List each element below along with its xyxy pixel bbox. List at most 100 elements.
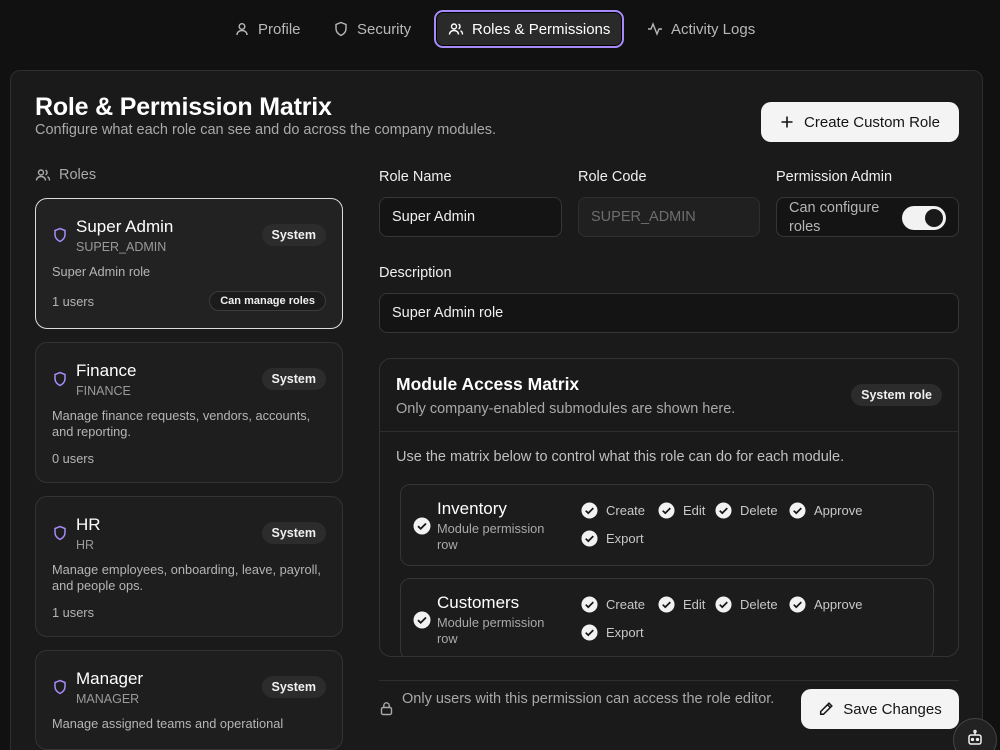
toggle-knob: [925, 209, 943, 227]
shield-icon: [54, 371, 66, 387]
users-icon: [448, 23, 464, 35]
permission-edit[interactable]: Edit: [658, 502, 705, 519]
permission-admin-label: Permission Admin: [776, 169, 893, 185]
permission-export[interactable]: Export: [581, 530, 644, 547]
check-circle-icon: [715, 596, 732, 613]
permission-create[interactable]: Create: [581, 502, 645, 519]
description-input[interactable]: Super Admin role: [379, 293, 959, 333]
role-name: Manager: [76, 669, 144, 688]
page-subtitle: Configure what each role can see and do …: [35, 122, 497, 138]
permission-label: Edit: [683, 597, 706, 612]
role-description: Manage employees, onboarding, leave, pay…: [52, 562, 321, 593]
tab-activity-logs[interactable]: Activity Logs: [635, 10, 767, 48]
divider: [380, 431, 958, 432]
save-changes-button[interactable]: Save Changes: [801, 689, 959, 729]
check-circle-icon: [581, 596, 598, 613]
role-name: Super Admin: [76, 217, 174, 236]
check-circle-icon[interactable]: [413, 611, 431, 629]
assistant-button[interactable]: [953, 718, 997, 750]
shield-icon: [54, 525, 66, 541]
tab-roles-permissions[interactable]: Roles & Permissions: [434, 10, 625, 48]
tab-security[interactable]: Security: [321, 10, 423, 48]
permission-create[interactable]: Create: [581, 596, 645, 613]
permission-note: Only users with this permission can acce…: [402, 691, 775, 707]
pencil-icon: [820, 702, 834, 716]
permission-label: Create: [606, 503, 646, 518]
shield-icon: [54, 227, 66, 243]
role-code: MANAGER: [76, 692, 140, 706]
role-name: HR: [76, 515, 101, 534]
permission-label: Export: [606, 531, 644, 546]
role-card-super-admin[interactable]: Super Admin SUPER_ADMIN System Super Adm…: [35, 198, 343, 329]
role-user-count: 1 users: [52, 605, 94, 620]
roles-heading-label: Roles: [59, 167, 97, 183]
status-badge: System: [261, 676, 326, 698]
permission-admin-field: Can configure roles: [776, 197, 959, 237]
plus-icon: [781, 116, 793, 128]
module-row-inventory: Inventory Module permission row Create E…: [400, 484, 934, 566]
matrix-title: Module Access Matrix: [396, 374, 580, 394]
role-code-input: SUPER_ADMIN: [578, 197, 760, 237]
role-user-count: 1 users: [52, 294, 94, 309]
description-label: Description: [379, 265, 452, 281]
module-name: Inventory: [437, 499, 507, 518]
tab-label: Roles & Permissions: [472, 20, 611, 38]
matrix-subtitle: Only company-enabled submodules are show…: [396, 401, 736, 417]
lock-icon: [380, 702, 393, 716]
activity-icon: [648, 22, 662, 36]
module-name: Customers: [437, 593, 520, 612]
status-badge: System: [261, 368, 326, 390]
role-card-finance[interactable]: Finance FINANCE System Manage finance re…: [35, 342, 343, 483]
role-name-value: Super Admin: [392, 209, 476, 225]
permission-edit[interactable]: Edit: [658, 596, 705, 613]
permission-delete[interactable]: Delete: [715, 502, 778, 519]
check-circle-icon: [715, 502, 732, 519]
role-name: Finance: [76, 361, 137, 380]
role-description: Manage finance requests, vendors, accoun…: [52, 408, 311, 439]
roles-card: Role & Permission Matrix Configure what …: [10, 70, 983, 750]
module-row-customers: Customers Module permission row Create E…: [400, 578, 934, 656]
check-circle-icon[interactable]: [413, 517, 431, 535]
role-card-manager[interactable]: Manager MANAGER System Manage assigned t…: [35, 650, 343, 750]
system-role-badge: System role: [851, 384, 942, 406]
module-subtitle: Module permission row: [437, 615, 545, 646]
permission-admin-text: Can configure roles: [789, 200, 880, 235]
permission-label: Approve: [814, 503, 863, 518]
check-circle-icon: [581, 624, 598, 641]
tab-label: Security: [357, 20, 412, 38]
role-name-input[interactable]: Super Admin: [379, 197, 562, 237]
description-value: Super Admin role: [392, 305, 504, 321]
module-subtitle: Module permission row: [437, 521, 545, 552]
user-icon: [236, 23, 248, 36]
create-custom-role-button[interactable]: Create Custom Role: [761, 102, 959, 142]
role-code: HR: [76, 538, 95, 552]
roles-heading: Roles: [35, 167, 96, 183]
robot-icon: [968, 729, 982, 745]
permission-approve[interactable]: Approve: [789, 502, 862, 519]
tab-profile[interactable]: Profile: [222, 10, 313, 48]
permission-label: Approve: [814, 597, 863, 612]
permission-admin-toggle[interactable]: [902, 206, 946, 230]
permission-delete[interactable]: Delete: [715, 596, 778, 613]
role-user-count: 0 users: [52, 451, 94, 466]
role-code: FINANCE: [76, 384, 131, 398]
settings-tabs: Profile Security Roles & Permissions Act…: [0, 10, 1000, 48]
tab-label: Activity Logs: [671, 20, 756, 38]
shield-icon: [335, 21, 347, 37]
check-circle-icon: [658, 596, 675, 613]
check-circle-icon: [581, 530, 598, 547]
status-badge: System: [261, 224, 326, 246]
role-code-placeholder: SUPER_ADMIN: [591, 209, 696, 225]
permission-approve[interactable]: Approve: [789, 596, 862, 613]
permission-export[interactable]: Export: [581, 624, 644, 641]
role-code-label: Role Code: [578, 169, 647, 185]
create-custom-role-label: Create Custom Role: [804, 113, 940, 131]
status-badge: System: [261, 522, 326, 544]
role-code: SUPER_ADMIN: [76, 240, 167, 254]
permission-label: Edit: [683, 503, 706, 518]
role-description: Manage assigned teams and operational: [52, 716, 284, 731]
users-icon: [35, 169, 51, 181]
save-changes-label: Save Changes: [843, 700, 942, 718]
role-card-hr[interactable]: HR HR System Manage employees, onboardin…: [35, 496, 343, 637]
can-manage-roles-badge: Can manage roles: [209, 291, 326, 311]
